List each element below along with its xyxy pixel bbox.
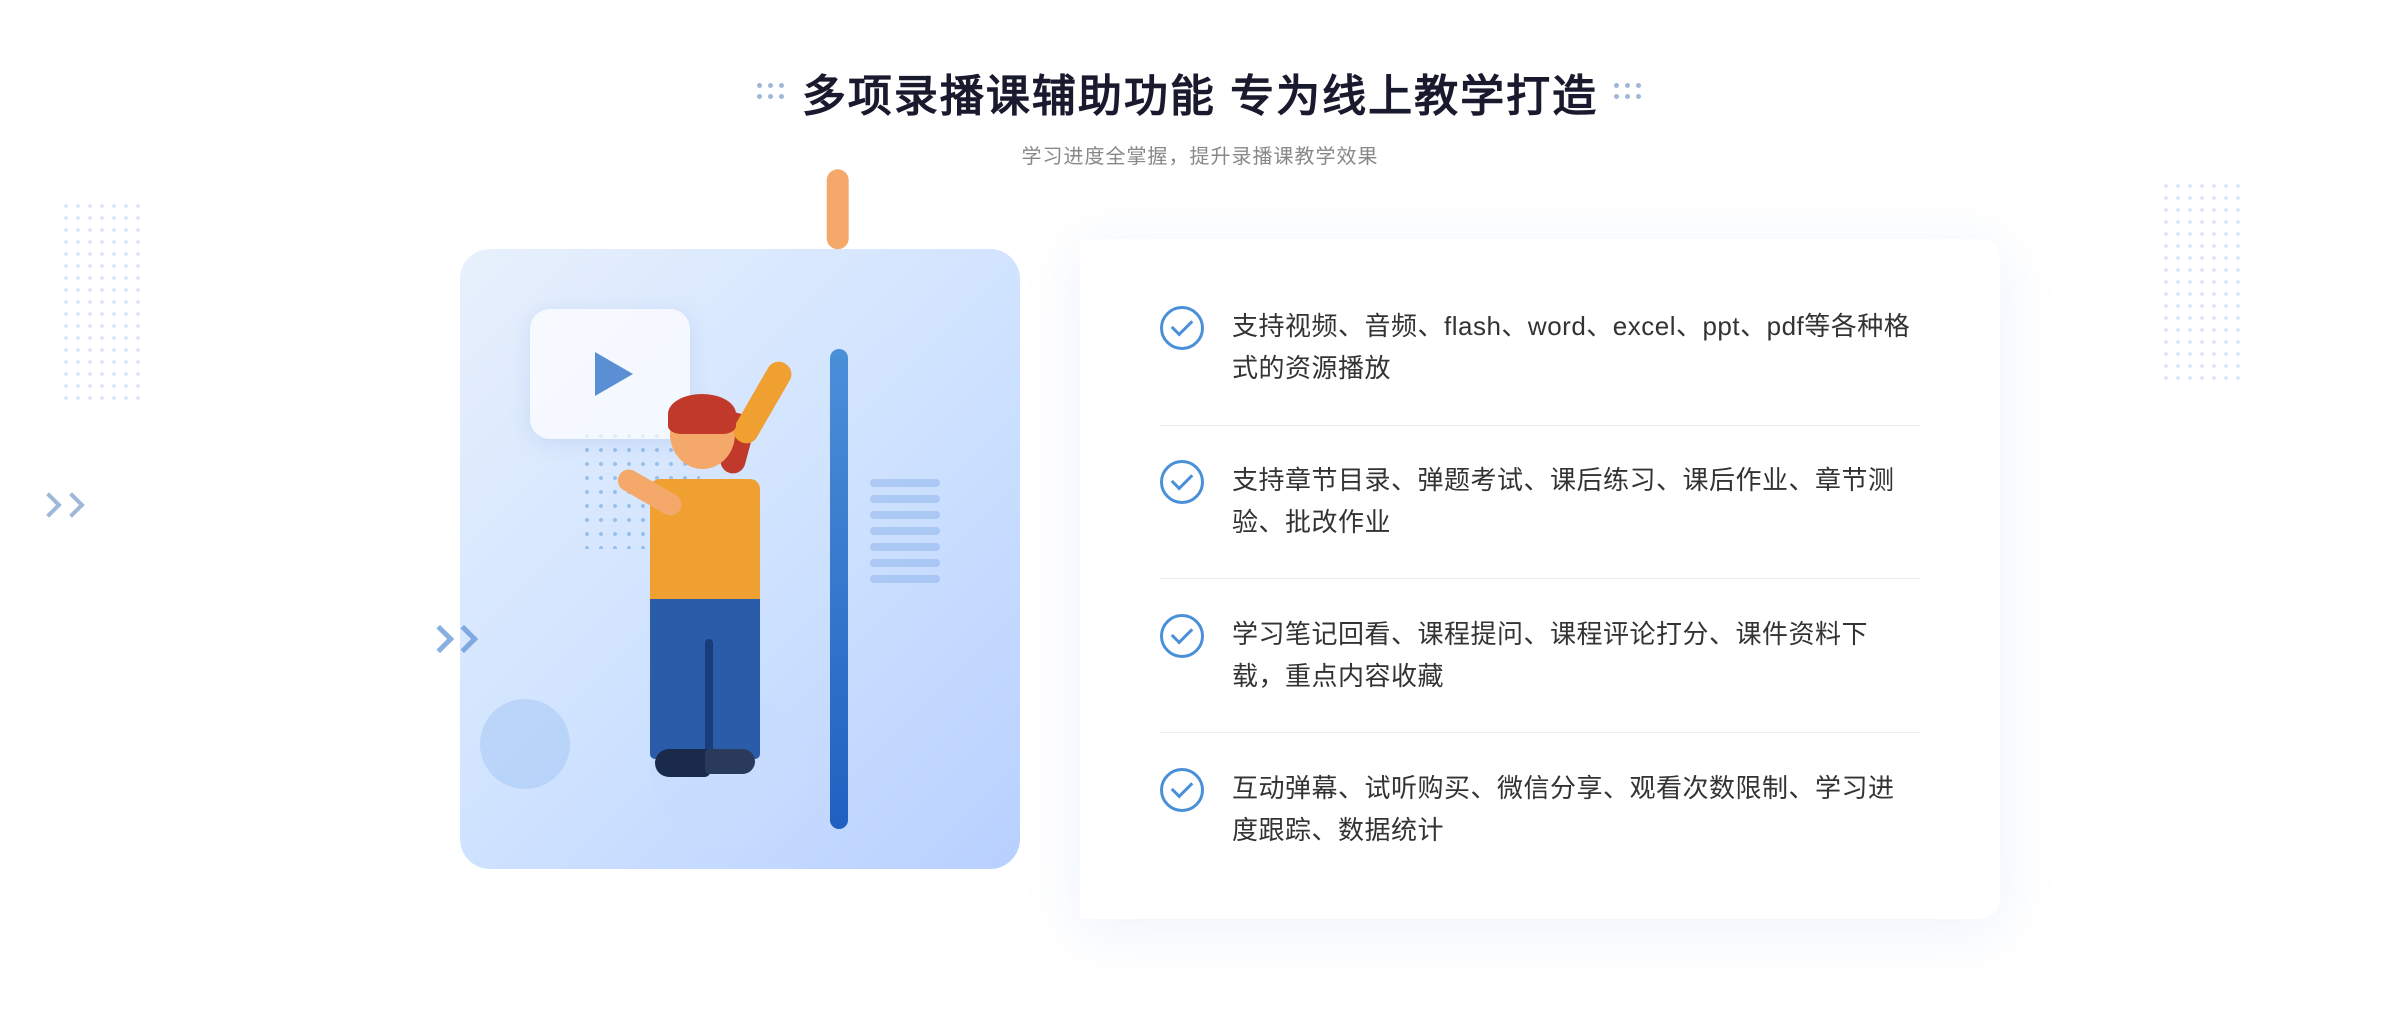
chevron-pair [430, 629, 474, 649]
stripe-line [870, 479, 940, 487]
illustration-bar [830, 349, 848, 829]
stripe-line [870, 575, 940, 583]
content-section: 支持视频、音频、flash、word、excel、ppt、pdf等各种格式的资源… [400, 229, 2000, 929]
stripe-line [870, 543, 940, 551]
char-arm-left-lower [827, 169, 849, 249]
char-shoe-left [655, 749, 710, 777]
page-chevron-left [40, 496, 81, 514]
check-mark [1171, 314, 1194, 337]
char-shoe-right [705, 749, 755, 774]
dots-decoration-right [2160, 180, 2240, 380]
deco-dot [768, 94, 773, 99]
dots-decoration-left [60, 200, 140, 400]
feature-item-2: 支持章节目录、弹题考试、课后练习、课后作业、章节测验、批改作业 [1160, 460, 1920, 543]
check-circle-icon-1 [1160, 306, 1204, 350]
feature-text-2: 支持章节目录、弹题考试、课后练习、课后作业、章节测验、批改作业 [1232, 460, 1920, 543]
deco-dot [1625, 94, 1630, 99]
title-deco-right [1614, 83, 1643, 101]
main-title: 多项录播课辅助功能 专为线上教学打造 [757, 60, 1643, 124]
stripe-line [870, 495, 940, 503]
deco-dot [1636, 83, 1641, 88]
deco-dot [779, 94, 784, 99]
stripe-line [870, 527, 940, 535]
check-mark [1171, 622, 1194, 645]
illustration-stripes [870, 479, 940, 599]
feature-text-1: 支持视频、音频、flash、word、excel、ppt、pdf等各种格式的资源… [1232, 306, 1920, 389]
deco-dot [757, 94, 762, 99]
chevron-icon [450, 625, 478, 653]
subtitle-text: 学习进度全掌握，提升录播课教学效果 [757, 140, 1643, 169]
feature-divider-1 [1160, 425, 1920, 426]
character-illustration [600, 399, 820, 899]
header-section: 多项录播课辅助功能 专为线上教学打造 学习进度全掌握，提升录播课教学效果 [757, 60, 1643, 169]
title-text: 多项录播课辅助功能 专为线上教学打造 [802, 60, 1598, 124]
stripe-line [870, 511, 940, 519]
illustration-container [400, 229, 1080, 929]
deco-dot [1614, 94, 1619, 99]
deco-dot [768, 83, 773, 88]
feature-text-4: 互动弹幕、试听购买、微信分享、观看次数限制、学习进度跟踪、数据统计 [1232, 768, 1920, 851]
char-pants-split [705, 639, 713, 759]
check-circle-icon-3 [1160, 614, 1204, 658]
chevron-icon-2 [59, 492, 84, 517]
check-mark [1171, 468, 1194, 491]
feature-item-4: 互动弹幕、试听购买、微信分享、观看次数限制、学习进度跟踪、数据统计 [1160, 768, 1920, 851]
title-deco-left [757, 83, 786, 101]
page-container: 多项录播课辅助功能 专为线上教学打造 学习进度全掌握，提升录播课教学效果 [0, 0, 2400, 1009]
check-circle-icon-4 [1160, 768, 1204, 812]
features-panel: 支持视频、音频、flash、word、excel、ppt、pdf等各种格式的资源… [1080, 239, 2000, 919]
feature-divider-2 [1160, 578, 1920, 579]
illustration-chevrons [430, 629, 474, 649]
deco-dot [1614, 83, 1619, 88]
feature-text-3: 学习笔记回看、课程提问、课程评论打分、课件资料下载，重点内容收藏 [1232, 614, 1920, 697]
char-hair [668, 394, 736, 434]
stripe-line [870, 559, 940, 567]
deco-dot [1625, 83, 1630, 88]
check-mark [1171, 776, 1194, 799]
feature-divider-3 [1160, 732, 1920, 733]
illustration-circle-small [480, 699, 570, 789]
feature-item-3: 学习笔记回看、课程提问、课程评论打分、课件资料下载，重点内容收藏 [1160, 614, 1920, 697]
deco-dot [779, 83, 784, 88]
deco-dot [757, 83, 762, 88]
check-circle-icon-2 [1160, 460, 1204, 504]
play-triangle-icon [595, 352, 633, 396]
deco-dot [1636, 94, 1641, 99]
feature-item-1: 支持视频、音频、flash、word、excel、ppt、pdf等各种格式的资源… [1160, 306, 1920, 389]
